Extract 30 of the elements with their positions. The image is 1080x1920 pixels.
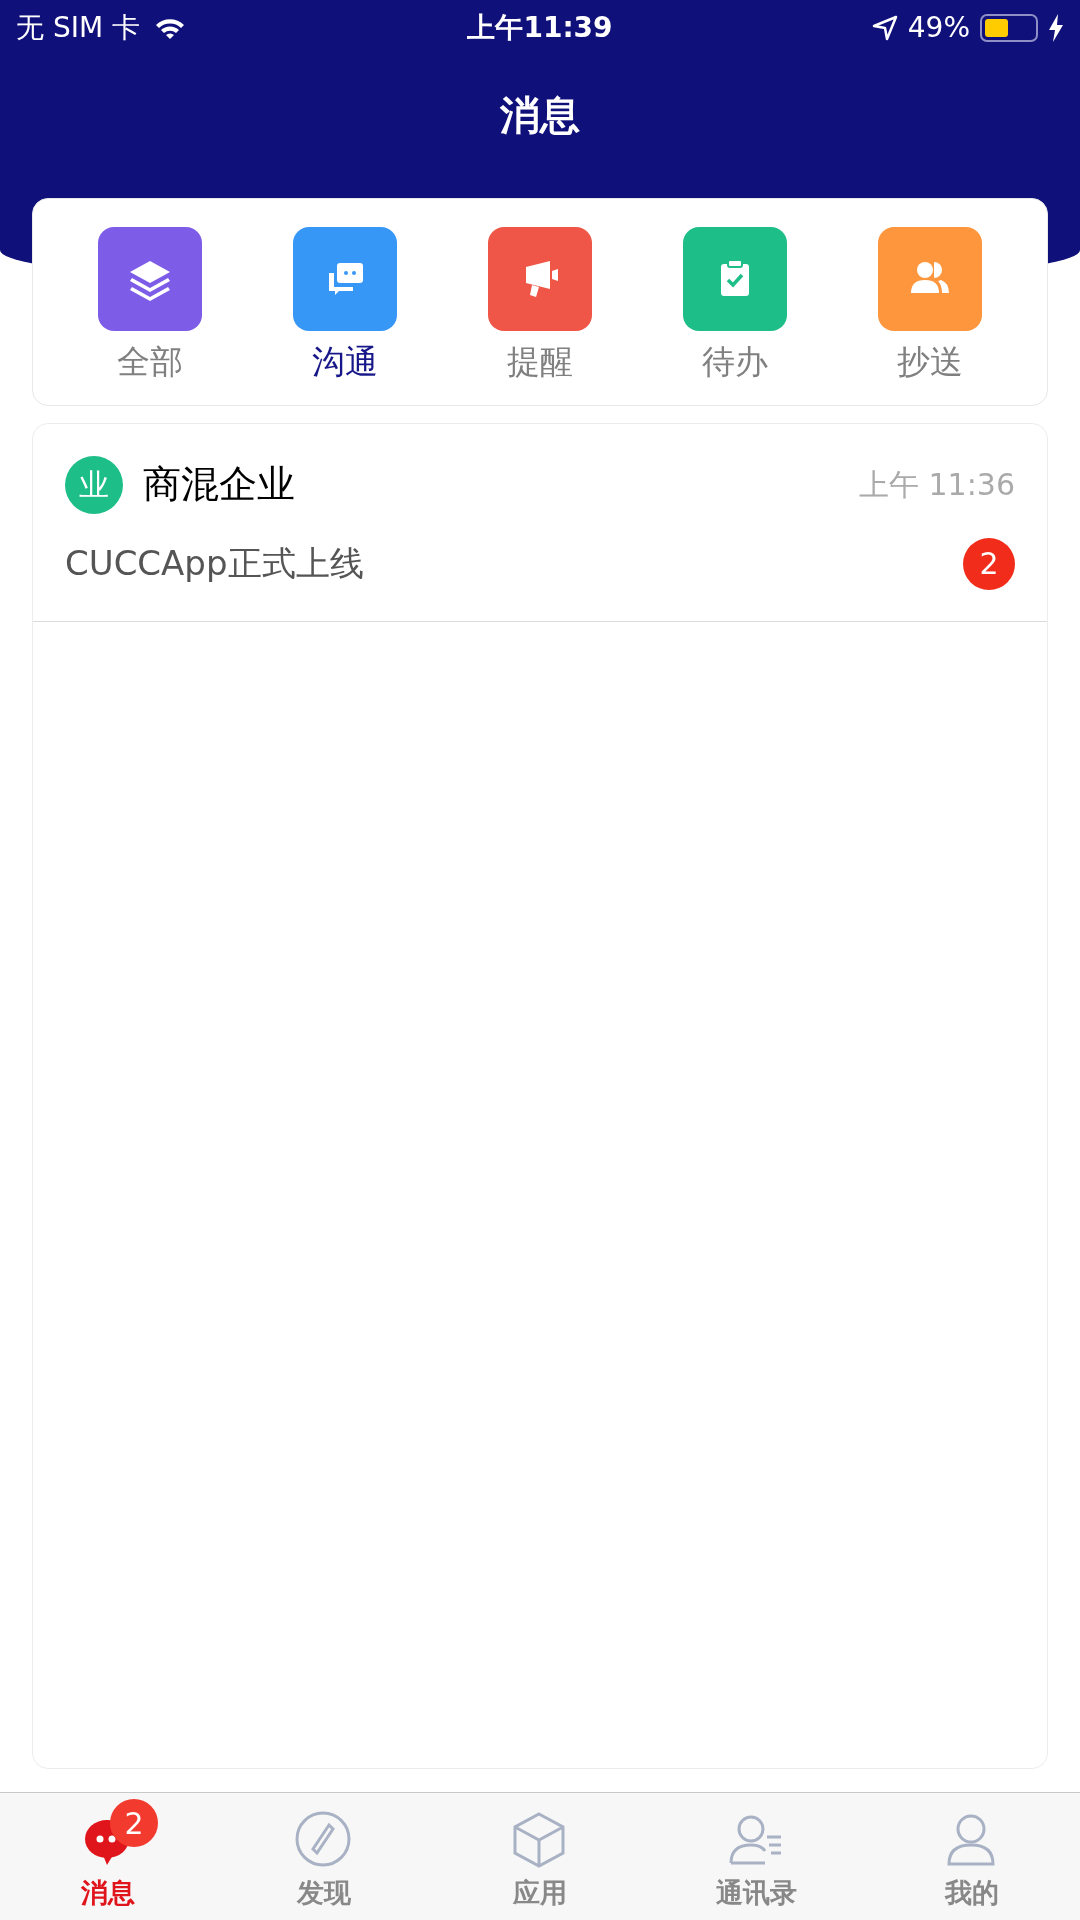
sender-name: 商混企业 — [143, 461, 295, 508]
category-icon — [98, 226, 203, 331]
location-icon — [871, 14, 898, 41]
bottom-tab[interactable]: 我的 — [892, 1793, 1052, 1906]
unread-badge: 2 — [110, 1799, 158, 1847]
clock-text: 上午11:39 — [467, 9, 613, 46]
category-icon — [293, 226, 398, 331]
category-icon — [488, 226, 592, 331]
bottom-tab[interactable]: 消息 2 — [28, 1793, 188, 1906]
avatar: 业 — [65, 455, 123, 514]
carrier-text: 无 SIM 卡 — [16, 9, 140, 46]
category-tab[interactable]: 抄送 — [864, 226, 995, 378]
battery-icon — [980, 13, 1038, 42]
bottom-tab[interactable]: 发现 — [244, 1793, 404, 1906]
message-time: 上午 11:36 — [859, 466, 1015, 504]
unread-badge: 2 — [963, 537, 1015, 590]
bottom-tab[interactable]: 应用 — [460, 1793, 620, 1906]
category-icon — [682, 226, 787, 331]
bottom-tab[interactable]: 通讯录 — [676, 1793, 836, 1906]
message-row[interactable]: 业 商混企业 上午 11:36 CUCCApp正式上线 2 — [33, 424, 1047, 622]
category-icon — [877, 226, 982, 331]
page-title: 消息 — [500, 91, 580, 140]
category-tab[interactable]: 沟通 — [280, 226, 411, 378]
category-tab[interactable]: 待办 — [669, 226, 800, 378]
charging-icon — [1048, 13, 1064, 42]
message-preview: CUCCApp正式上线 — [65, 542, 364, 585]
compass-icon — [295, 1811, 353, 1869]
category-tab[interactable]: 提醒 — [475, 226, 605, 378]
category-tab[interactable]: 全部 — [85, 226, 216, 378]
battery-text: 49% — [907, 9, 970, 46]
